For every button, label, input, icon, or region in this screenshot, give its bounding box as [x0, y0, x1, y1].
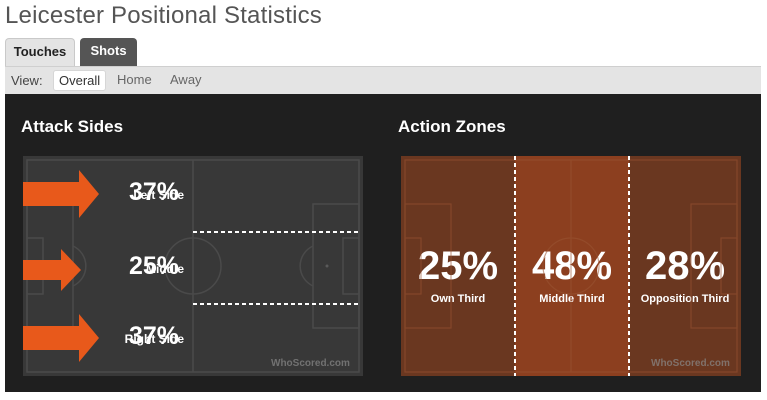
left-side-value: 37% — [129, 178, 180, 206]
page-title: Leicester Positional Statistics — [5, 2, 323, 29]
attack-row-left: Left Side 37% — [23, 164, 363, 224]
stats-panel: Attack Sides Action Zones Left Side 37% — [5, 94, 761, 392]
view-option-away[interactable]: Away — [165, 70, 207, 91]
attack-row-middle: Middle 25% — [23, 236, 363, 296]
zone-pitch-markings — [404, 156, 738, 376]
whoscored-watermark: WhoScored.com — [651, 358, 730, 369]
right-arrow-icon — [23, 314, 99, 362]
view-option-home[interactable]: Home — [112, 70, 157, 91]
middle-value: 25% — [129, 252, 180, 280]
right-side-value: 37% — [129, 322, 180, 350]
tab-shots[interactable]: Shots — [80, 38, 137, 66]
action-zones-pitch: 25% Own Third 48% Middle Third 28% Oppos… — [401, 156, 741, 376]
attack-sides-pitch: Left Side 37% Middle 25% Right Side 37% … — [23, 156, 363, 376]
view-option-overall[interactable]: Overall — [53, 70, 107, 91]
view-label: View: — [11, 73, 43, 88]
right-arrow-icon — [23, 170, 99, 218]
action-zones-title: Action Zones — [398, 117, 506, 136]
whoscored-watermark: WhoScored.com — [271, 358, 350, 369]
view-filter-bar: View: Overall Home Away — [5, 66, 761, 94]
right-arrow-icon — [23, 249, 81, 291]
attack-sides-title: Attack Sides — [21, 117, 124, 136]
tab-touches[interactable]: Touches — [5, 38, 75, 66]
